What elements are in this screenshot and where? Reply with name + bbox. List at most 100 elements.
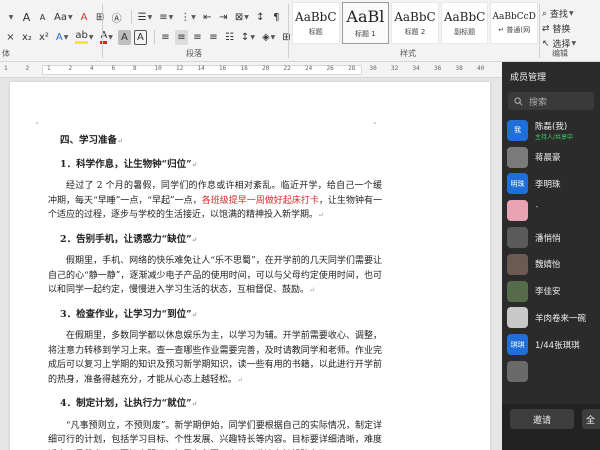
member-name: 李明珠 bbox=[535, 179, 561, 190]
avatar bbox=[507, 361, 528, 383]
sort-button[interactable]: ↕ bbox=[254, 10, 267, 25]
decrease-indent-button[interactable]: ⇤ bbox=[201, 10, 214, 25]
horizontal-ruler: 1 2 1 2 4 6 8 10 12 14 16 18 20 22 24 26 28 30 32 34 36 38 40 bbox=[0, 62, 502, 78]
bullets-button[interactable]: ☰ ▼ bbox=[136, 10, 155, 25]
avatar bbox=[507, 253, 528, 275]
ruler-tick-label: 1 bbox=[47, 65, 51, 72]
highlight-button[interactable]: ab ▼ bbox=[73, 30, 95, 45]
member-item[interactable]: 我 陈磊(我) 主持人/共享中 bbox=[502, 117, 600, 144]
ruler-tick-label: 34 bbox=[412, 65, 420, 72]
member-item[interactable]: 羊肉卷来一碗 bbox=[502, 305, 600, 332]
member-item[interactable]: 潘悄悄 bbox=[502, 224, 600, 251]
document-body[interactable]: 四、学习准备↵ 1．科学作息，让生物钟“归位”↵ 经过了 2 个月的暑假，同学们… bbox=[48, 128, 382, 450]
member-name: 1/44张琪琪 bbox=[535, 340, 580, 351]
style-normal-web[interactable]: AaBbCcD ↵ 普通(网 bbox=[490, 2, 538, 44]
char-shading-button[interactable]: A bbox=[117, 29, 131, 45]
crop-mark-icon bbox=[374, 122, 376, 124]
search-icon: ⌕ bbox=[542, 8, 548, 19]
member-name: 魏婧怡 bbox=[535, 260, 561, 271]
member-item[interactable]: ˋ bbox=[502, 197, 600, 224]
distributed-button[interactable]: ☷ bbox=[223, 30, 236, 45]
subsection-heading-2: 2．告别手机，让诱惑力“缺位”↵ bbox=[60, 233, 198, 245]
shading-button[interactable]: ◈ ▼ bbox=[260, 30, 277, 45]
member-item[interactable]: 明珠 李明珠 bbox=[502, 171, 600, 198]
shrink-font-button[interactable]: A bbox=[36, 10, 49, 25]
clear-format-button[interactable]: A bbox=[78, 10, 91, 25]
style-subtitle[interactable]: AaBbC 副标题 bbox=[440, 2, 489, 44]
increase-indent-button[interactable]: ⇥ bbox=[217, 10, 230, 25]
ruler-tick-label: 30 bbox=[369, 65, 377, 72]
styles-group-label: 样式 bbox=[400, 49, 416, 58]
style-title[interactable]: AaBbC 标题 bbox=[292, 2, 340, 44]
paragraph-group-label: 段落 bbox=[186, 49, 202, 58]
change-case-button[interactable]: Aa ▼ bbox=[52, 10, 75, 25]
subscript-button[interactable]: x₂ bbox=[20, 30, 34, 45]
font-size-dropdown[interactable]: ▼ bbox=[4, 10, 17, 25]
avatar: 琪琪 bbox=[507, 334, 528, 356]
ruler-tick-label: 20 bbox=[262, 65, 270, 72]
section-heading: 四、学习准备↵ bbox=[60, 135, 123, 146]
member-name: 陈磊(我) bbox=[535, 121, 568, 132]
chinese-layout-button[interactable]: ⊠ ▼ bbox=[233, 10, 251, 25]
align-left-button[interactable]: ≡ bbox=[159, 30, 172, 45]
enclosed-char-button[interactable]: Ⓐ bbox=[110, 10, 124, 25]
style-heading-2[interactable]: AaBbC 标题 2 bbox=[391, 2, 439, 44]
member-search-input[interactable]: 搜索 bbox=[508, 92, 594, 110]
ruler-tick-label: 26 bbox=[326, 65, 334, 72]
member-item[interactable]: 魏婧怡 bbox=[502, 251, 600, 278]
superscript-button[interactable]: x² bbox=[37, 30, 51, 45]
avatar bbox=[507, 280, 528, 302]
avatar bbox=[507, 200, 528, 222]
strikethrough-button[interactable]: × bbox=[4, 30, 17, 45]
paragraph-3: 在假期里，多数同学都以休息娱乐为主，以学习为辅。开学前需要收心、调整，将注意力转… bbox=[48, 331, 382, 385]
show-marks-button[interactable]: ¶ bbox=[270, 10, 283, 25]
ruler-tick-label: 2 bbox=[68, 65, 73, 72]
numbering-button[interactable]: ≡ ▼ bbox=[157, 10, 175, 25]
paragraph-2: 假期里，手机、网络的快乐难免让人“乐不思蜀”，在开学前的几天同学们需要让自己的心… bbox=[48, 256, 382, 295]
ruler-tick-label: 12 bbox=[176, 65, 184, 72]
style-heading-1[interactable]: AaBl 标题 1 bbox=[341, 2, 390, 44]
align-right-button[interactable]: ≡ bbox=[191, 30, 204, 45]
member-management-panel: 成员管理 搜索 我 陈磊(我) 主持人/共享中 蒋晨豪 明珠 李明珠 ˋ 潘悄悄… bbox=[502, 62, 600, 450]
avatar: 我 bbox=[507, 119, 528, 141]
subsection-heading-1: 1．科学作息，让生物钟“归位”↵ bbox=[60, 158, 198, 170]
panel-title: 成员管理 bbox=[510, 73, 547, 83]
font-color-button[interactable]: A ▼ bbox=[98, 30, 114, 45]
font-row-1: ▼ A A Aa ▼ A ⊞ Ⓐ ☰ ▼ ≡ ▼ ⋮ ▼ ⇤ ⇥ ⊠ ▼ ↕ ¶ bbox=[4, 8, 286, 26]
ruler-tick-label: 10 bbox=[154, 65, 162, 72]
document-page[interactable]: 四、学习准备↵ 1．科学作息，让生物钟“归位”↵ 经过了 2 个月的暑假，同学们… bbox=[10, 82, 490, 450]
text-effect-button[interactable]: A ▼ bbox=[54, 30, 70, 45]
ruler-tick-label: 18 bbox=[240, 65, 248, 72]
document-area[interactable]: 四、学习准备↵ 1．科学作息，让生物钟“归位”↵ 经过了 2 个月的暑假，同学们… bbox=[0, 78, 502, 450]
more-button[interactable]: 全 bbox=[582, 409, 600, 429]
separator bbox=[153, 30, 155, 44]
member-name: ˋ bbox=[535, 205, 540, 216]
grow-font-button[interactable]: A bbox=[20, 10, 33, 25]
line-spacing-button[interactable]: ↕ ▼ bbox=[239, 30, 257, 45]
member-name: 蒋晨豪 bbox=[535, 153, 561, 164]
ribbon: ▼ A A Aa ▼ A ⊞ Ⓐ ☰ ▼ ≡ ▼ ⋮ ▼ ⇤ ⇥ ⊠ ▼ ↕ ¶ × x₂… bbox=[0, 0, 600, 62]
char-border-button[interactable]: A bbox=[133, 29, 147, 45]
justify-button[interactable]: ≡ bbox=[207, 30, 220, 45]
select-button[interactable]: ↖ 选择 ▼ bbox=[542, 36, 600, 51]
member-list: 我 陈磊(我) 主持人/共享中 蒋晨豪 明珠 李明珠 ˋ 潘悄悄 魏婧怡 李佳安… bbox=[502, 117, 600, 385]
member-item[interactable]: 蒋晨豪 bbox=[502, 144, 600, 171]
ruler-tick-label: 28 bbox=[348, 65, 356, 72]
replace-button[interactable]: ⇄ 替换 bbox=[542, 21, 600, 36]
member-name: 李佳安 bbox=[535, 287, 561, 298]
member-item[interactable] bbox=[502, 358, 600, 385]
invite-button[interactable]: 邀请 bbox=[510, 409, 574, 429]
ruler-tick-label: 24 bbox=[305, 65, 313, 72]
search-placeholder: 搜索 bbox=[529, 97, 548, 108]
phonetic-button[interactable]: ⊞ bbox=[94, 10, 107, 25]
member-item[interactable]: 琪琪 1/44张琪琪 bbox=[502, 331, 600, 358]
member-name: 潘悄悄 bbox=[535, 233, 561, 244]
ruler-tick-label: 36 bbox=[434, 65, 442, 72]
multilevel-list-button[interactable]: ⋮ ▼ bbox=[178, 10, 198, 25]
red-highlighted-text: 各班级提早一周做好起床打卡 bbox=[201, 195, 319, 206]
avatar bbox=[507, 307, 528, 329]
member-item[interactable]: 李佳安 bbox=[502, 278, 600, 305]
find-button[interactable]: ⌕ 查找 ▼ bbox=[542, 6, 600, 21]
align-center-button[interactable]: ≡ bbox=[174, 29, 188, 45]
ruler-tick-label: 22 bbox=[283, 65, 291, 72]
